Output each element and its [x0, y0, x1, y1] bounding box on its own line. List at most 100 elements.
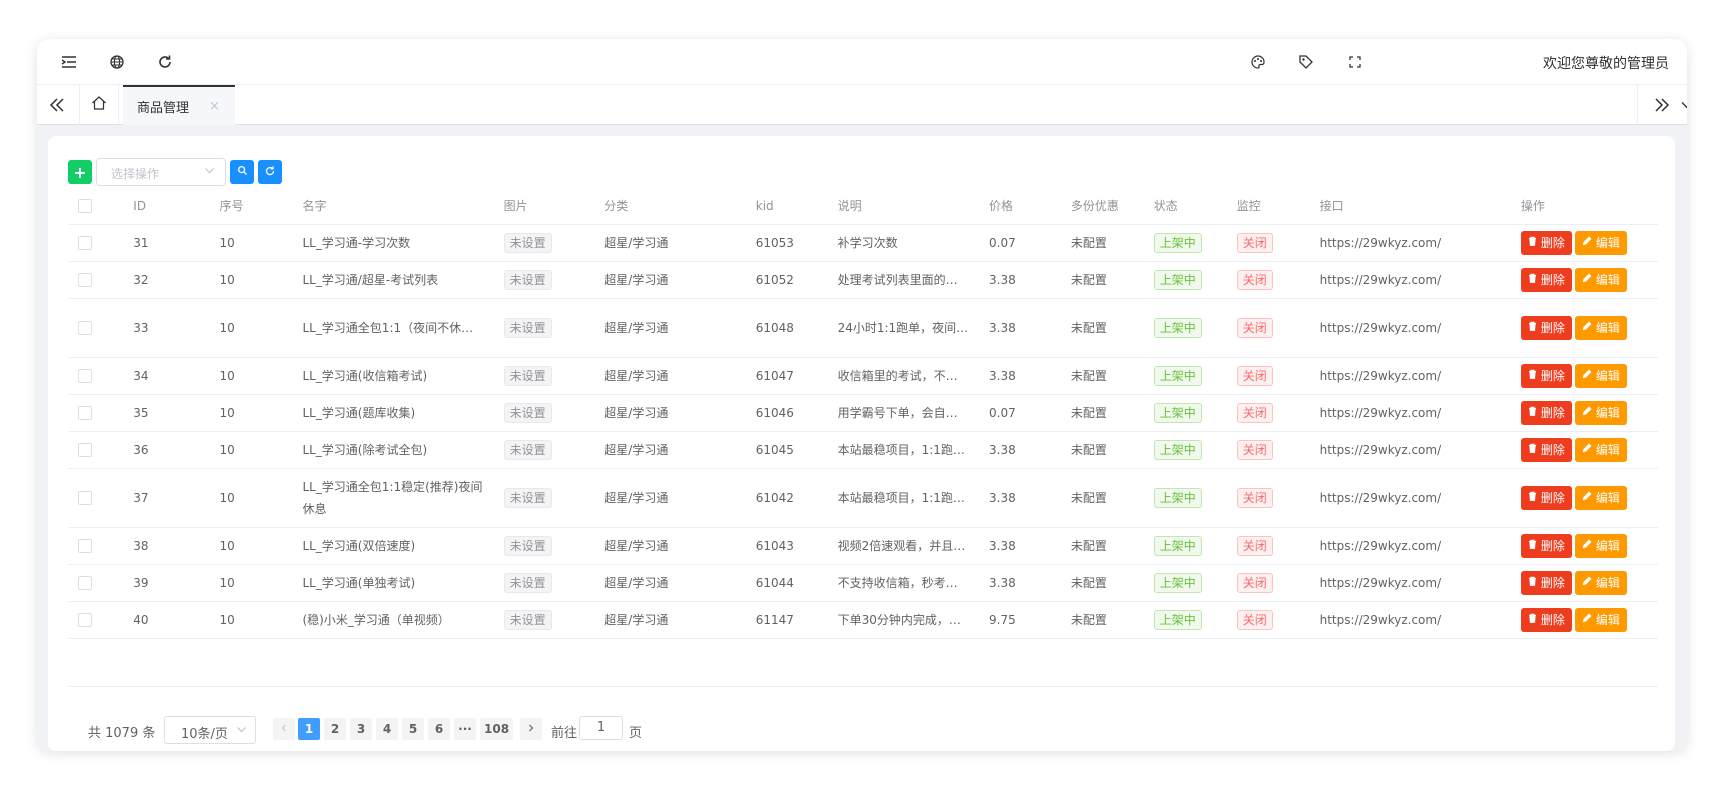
- double-left-icon[interactable]: [37, 85, 77, 125]
- edit-button[interactable]: 编辑: [1574, 437, 1627, 462]
- cell-id: 34: [123, 357, 210, 395]
- delete-button[interactable]: 删除: [1520, 485, 1572, 510]
- row-checkbox[interactable]: [78, 575, 92, 590]
- row-select-cell: [68, 564, 124, 602]
- row-select-cell: [68, 468, 124, 528]
- edit-button[interactable]: 编辑: [1574, 570, 1627, 595]
- delete-button[interactable]: 删除: [1520, 230, 1572, 255]
- monitor-tag: 关闭: [1236, 572, 1273, 593]
- delete-button[interactable]: 删除: [1520, 315, 1572, 340]
- row-checkbox[interactable]: [78, 442, 92, 457]
- page-size-select[interactable]: 10条/页: [164, 716, 256, 744]
- page-button-2[interactable]: 2: [324, 718, 346, 740]
- table-row: 33 10 LL_学习通全包1:1（夜间不休息） 未设置 超星/学习通 61048 24小时…: [68, 298, 1658, 358]
- row-checkbox[interactable]: [78, 612, 92, 627]
- cell-status: 上架中: [1143, 298, 1227, 358]
- delete-button[interactable]: 删除: [1520, 267, 1572, 292]
- delete-button[interactable]: 删除: [1520, 533, 1572, 558]
- image-tag: 未设置: [503, 317, 552, 338]
- table-row: 38 10 LL_学习通(双倍速度) 未设置 超星/学习通 61043 视频2倍速观看，并且…: [68, 527, 1658, 565]
- cell-monitor: 关闭: [1226, 298, 1310, 358]
- reset-button[interactable]: [258, 160, 282, 184]
- status-tag: 上架中: [1153, 232, 1202, 253]
- refresh-icon[interactable]: [155, 52, 175, 72]
- cell-price: 3.38: [979, 468, 1061, 528]
- palette-icon[interactable]: [1248, 52, 1268, 72]
- edit-button[interactable]: 编辑: [1574, 533, 1627, 558]
- cell-seq: 10: [209, 527, 293, 565]
- menu-fold-icon[interactable]: [59, 52, 79, 72]
- column-header[interactable]: ID: [123, 188, 210, 225]
- edit-button[interactable]: 编辑: [1574, 485, 1627, 510]
- cell-kid: 61042: [745, 468, 828, 528]
- column-header[interactable]: 说明: [827, 188, 980, 225]
- page-button-last[interactable]: 108: [480, 718, 514, 740]
- cell-actions: 删除 编辑: [1510, 224, 1658, 262]
- row-select-cell: [68, 601, 124, 639]
- prev-page-button[interactable]: [273, 718, 295, 740]
- row-checkbox[interactable]: [78, 320, 92, 335]
- edit-button[interactable]: 编辑: [1574, 230, 1627, 255]
- row-checkbox[interactable]: [78, 405, 92, 420]
- edit-button[interactable]: 编辑: [1574, 607, 1627, 632]
- next-page-button[interactable]: [520, 718, 542, 740]
- select-all-checkbox[interactable]: [78, 199, 92, 213]
- chevron-down-icon[interactable]: [1677, 85, 1687, 125]
- column-header[interactable]: 监控: [1226, 188, 1310, 225]
- column-header[interactable]: 序号: [209, 188, 293, 225]
- operation-select[interactable]: 选择操作: [96, 158, 226, 186]
- row-checkbox[interactable]: [78, 490, 92, 505]
- cell-api: https://29wkyz.com/: [1309, 527, 1511, 565]
- image-tag: 未设置: [503, 487, 552, 508]
- cell-desc: 处理考试列表里面的…: [827, 261, 980, 299]
- page-button-1[interactable]: 1: [298, 718, 320, 740]
- tab-close-icon[interactable]: ×: [209, 99, 220, 114]
- tab-home[interactable]: [79, 85, 119, 125]
- row-checkbox[interactable]: [78, 272, 92, 287]
- edit-button[interactable]: 编辑: [1574, 363, 1627, 388]
- page-button-3[interactable]: 3: [350, 718, 372, 740]
- delete-button[interactable]: 删除: [1520, 570, 1572, 595]
- column-header[interactable]: 多份优惠: [1060, 188, 1144, 225]
- column-header[interactable]: 价格: [979, 188, 1061, 225]
- row-select-cell: [68, 261, 124, 299]
- delete-button[interactable]: 删除: [1520, 607, 1572, 632]
- fullscreen-icon[interactable]: [1345, 52, 1365, 72]
- cell-actions: 删除 编辑: [1510, 431, 1658, 469]
- column-header[interactable]: 接口: [1309, 188, 1511, 225]
- tag-icon[interactable]: [1296, 52, 1316, 72]
- welcome-text[interactable]: 欢迎您尊敬的管理员: [1543, 53, 1669, 73]
- column-header[interactable]: 名字: [292, 188, 494, 225]
- column-header[interactable]: 图片: [493, 188, 595, 225]
- delete-label: 删除: [1540, 443, 1565, 457]
- page-button-6[interactable]: 6: [428, 718, 450, 740]
- page-button-4[interactable]: 4: [376, 718, 398, 740]
- table-row: 35 10 LL_学习通(题库收集) 未设置 超星/学习通 61046 用学霸号下单，会自……: [68, 394, 1658, 432]
- edit-button[interactable]: 编辑: [1574, 267, 1627, 292]
- row-checkbox[interactable]: [78, 538, 92, 553]
- cell-category: 超星/学习通: [594, 601, 746, 639]
- tab-goods-management[interactable]: 商品管理 ×: [123, 85, 235, 125]
- column-header[interactable]: 分类: [594, 188, 746, 225]
- delete-button[interactable]: 删除: [1520, 437, 1572, 462]
- pencil-icon: [1582, 406, 1592, 419]
- globe-icon[interactable]: [107, 52, 127, 72]
- edit-button[interactable]: 编辑: [1574, 315, 1627, 340]
- column-header[interactable]: kid: [745, 188, 828, 225]
- edit-button[interactable]: 编辑: [1574, 400, 1627, 425]
- add-button[interactable]: +: [68, 160, 92, 184]
- cell-name: LL_学习通(除考试全包): [292, 431, 494, 469]
- column-header[interactable]: 操作: [1510, 188, 1658, 225]
- cell-api: https://29wkyz.com/: [1309, 298, 1511, 358]
- more-pages-button[interactable]: ···: [454, 718, 476, 740]
- page-button-5[interactable]: 5: [402, 718, 424, 740]
- row-checkbox[interactable]: [78, 368, 92, 383]
- row-checkbox[interactable]: [78, 235, 92, 250]
- delete-button[interactable]: 删除: [1520, 363, 1572, 388]
- search-button[interactable]: [230, 160, 254, 184]
- delete-button[interactable]: 删除: [1520, 400, 1572, 425]
- table-row: 39 10 LL_学习通(单独考试) 未设置 超星/学习通 61044 不支持收信箱，秒考……: [68, 564, 1658, 602]
- goto-page-input[interactable]: 1: [579, 716, 623, 740]
- column-header[interactable]: 状态: [1143, 188, 1227, 225]
- status-tag: 上架中: [1153, 365, 1202, 386]
